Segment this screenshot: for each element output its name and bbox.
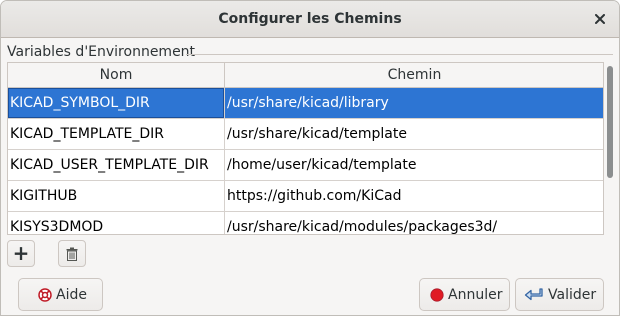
- cell-name[interactable]: KIGITHUB: [8, 181, 225, 211]
- ok-button-label: Valider: [548, 286, 597, 303]
- cancel-button[interactable]: Annuler: [419, 278, 510, 311]
- cell-path[interactable]: /home/user/kicad/template: [225, 150, 603, 180]
- trash-icon: [66, 247, 78, 261]
- table-row[interactable]: KICAD_SYMBOL_DIR /usr/share/kicad/librar…: [8, 88, 603, 119]
- grid-scrollbar[interactable]: [604, 63, 614, 235]
- cell-name[interactable]: KICAD_SYMBOL_DIR: [8, 88, 225, 118]
- group-divider: [186, 54, 613, 55]
- cell-path[interactable]: https://github.com/KiCad: [225, 181, 603, 211]
- dialog-title: Configurer les Chemins: [218, 11, 402, 27]
- title-bar: Configurer les Chemins: [1, 1, 619, 38]
- close-button[interactable]: [591, 10, 609, 28]
- table-row[interactable]: KICAD_USER_TEMPLATE_DIR /home/user/kicad…: [8, 150, 603, 181]
- env-vars-grid[interactable]: Nom Chemin KICAD_SYMBOL_DIR /usr/share/k…: [7, 62, 604, 235]
- cell-name[interactable]: KICAD_USER_TEMPLATE_DIR: [8, 150, 225, 180]
- close-icon: [595, 14, 605, 24]
- grid-rows: KICAD_SYMBOL_DIR /usr/share/kicad/librar…: [8, 88, 603, 234]
- cancel-icon: [430, 287, 444, 302]
- table-row[interactable]: KIGITHUB https://github.com/KiCad: [8, 181, 603, 212]
- help-button[interactable]: Aide: [18, 278, 103, 311]
- enter-arrow-icon: [524, 287, 543, 300]
- cancel-button-label: Annuler: [448, 286, 503, 303]
- table-row[interactable]: KISYS3DMOD /usr/share/kicad/modules/pack…: [8, 212, 603, 234]
- cell-path[interactable]: /usr/share/kicad/template: [225, 119, 603, 149]
- cell-path[interactable]: /usr/share/kicad/modules/packages3d/: [225, 212, 603, 234]
- table-row[interactable]: KICAD_TEMPLATE_DIR /usr/share/kicad/temp…: [8, 119, 603, 150]
- scrollbar-thumb[interactable]: [607, 66, 613, 178]
- delete-variable-button[interactable]: [58, 240, 86, 267]
- add-variable-button[interactable]: +: [7, 240, 35, 267]
- column-header-path[interactable]: Chemin: [225, 63, 603, 88]
- cell-name[interactable]: KICAD_TEMPLATE_DIR: [8, 119, 225, 149]
- help-button-label: Aide: [56, 286, 87, 303]
- ok-button[interactable]: Valider: [515, 278, 604, 311]
- cell-name[interactable]: KISYS3DMOD: [8, 212, 225, 234]
- column-header-name[interactable]: Nom: [8, 63, 225, 88]
- env-vars-group-label: Variables d'Environnement: [7, 44, 199, 60]
- configure-paths-dialog: Configurer les Chemins Variables d'Envir…: [0, 0, 620, 316]
- help-icon: [38, 287, 52, 302]
- cell-path[interactable]: /usr/share/kicad/library: [225, 88, 603, 118]
- grid-header: Nom Chemin: [8, 63, 603, 88]
